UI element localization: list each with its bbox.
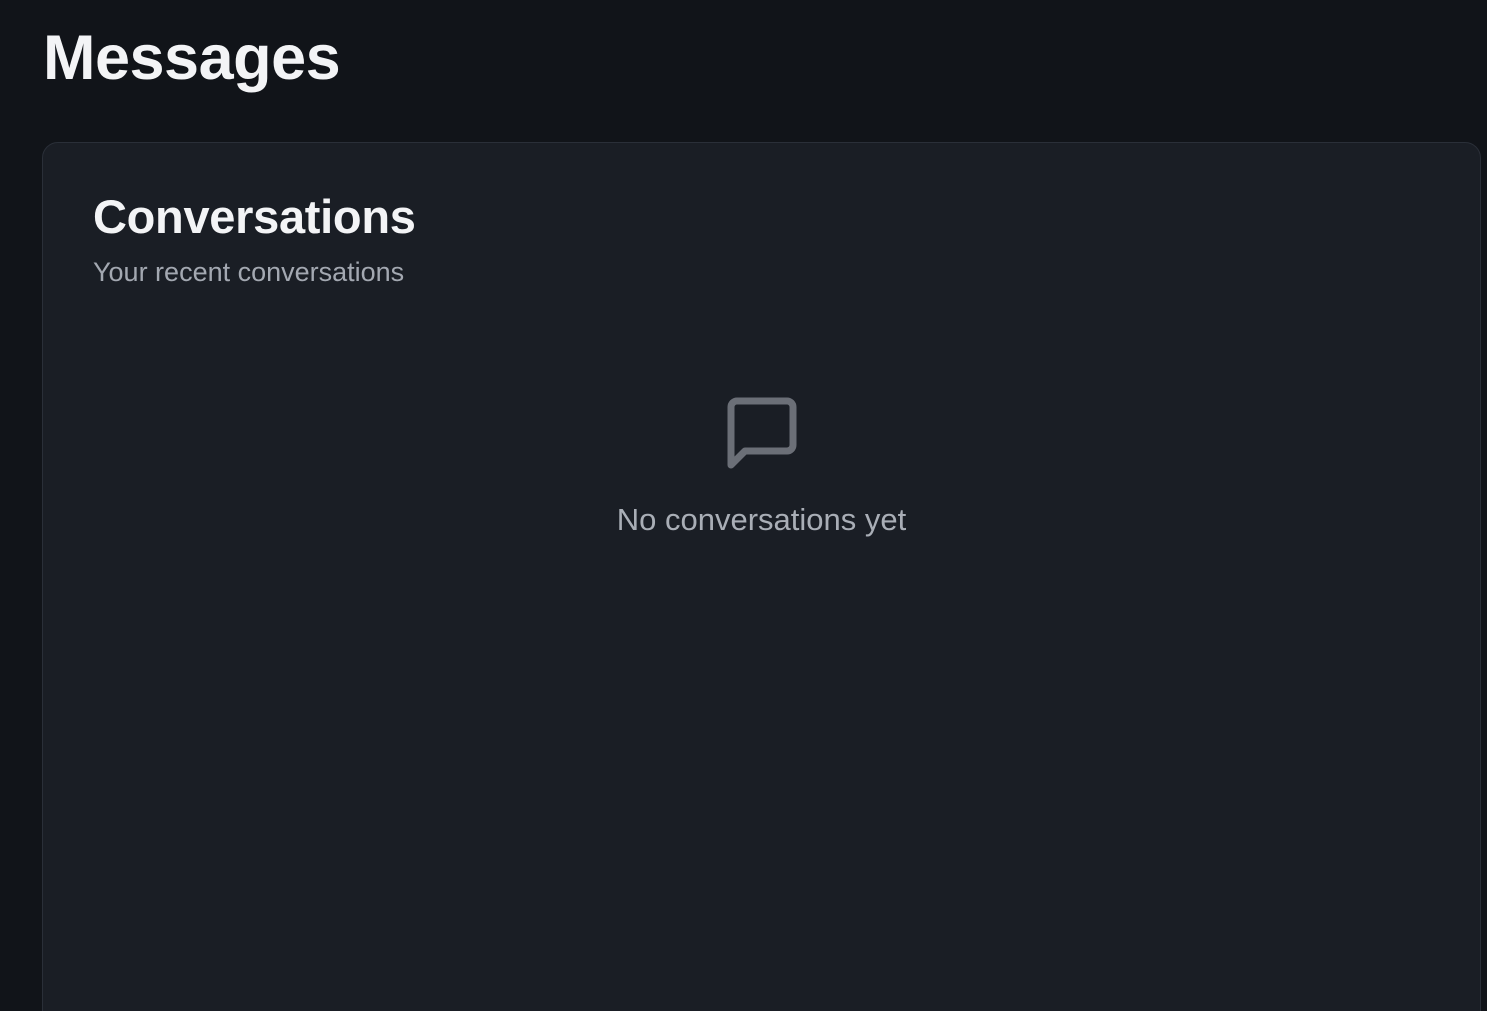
conversations-subtitle: Your recent conversations <box>93 257 405 287</box>
messages-page: Messages Conversations Your recent conve… <box>0 0 1487 1011</box>
page-title: Messages <box>43 23 341 93</box>
conversations-card: Conversations Your recent conversations … <box>42 142 1481 1011</box>
empty-state: No conversations yet <box>43 393 1480 539</box>
empty-state-text: No conversations yet <box>616 502 907 537</box>
message-square-icon <box>727 397 796 469</box>
conversations-title: Conversations <box>93 190 416 243</box>
